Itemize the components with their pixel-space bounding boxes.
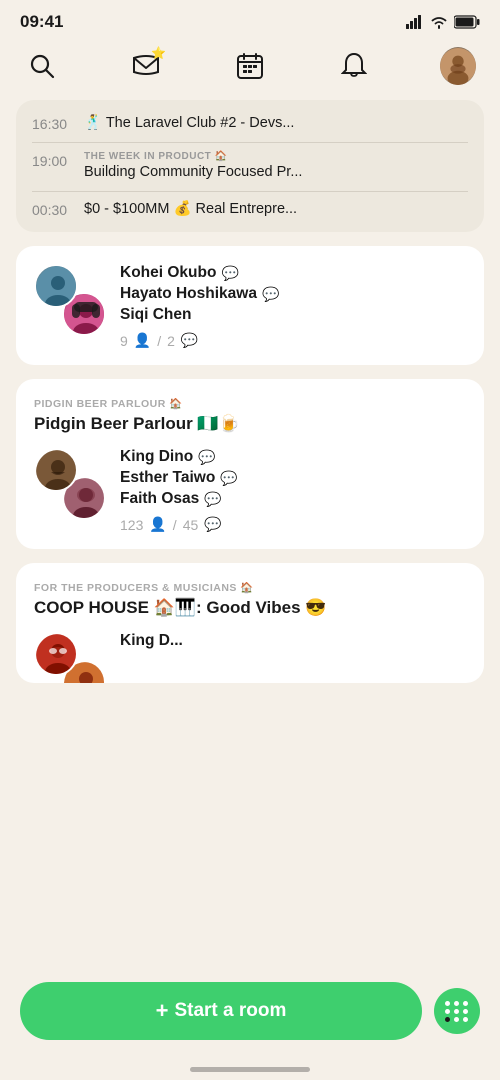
listener-count-1: 9: [120, 333, 128, 349]
bottom-bar: + Start a room: [0, 966, 500, 1080]
dot-5: [454, 1009, 459, 1014]
sched-content-1: 🕺 The Laravel Club #2 - Devs...: [84, 114, 468, 132]
speaker-name-2-2: Esther Taiwo 💬: [120, 469, 466, 487]
comment-icon-1: 💬: [181, 332, 198, 349]
scheduled-card: 16:30 🕺 The Laravel Club #2 - Devs... 19…: [16, 100, 484, 232]
speaker-name-3-1: King D...: [120, 632, 466, 650]
speaker-avatar-2-1: [34, 448, 78, 492]
avatars-3: [34, 632, 106, 683]
speaker-name-1-3: Siqi Chen: [120, 306, 466, 324]
comment-count-2: 45: [183, 517, 199, 533]
room-title-3: COOP HOUSE 🏠🎹: Good Vibes 😎: [34, 598, 466, 618]
avatars-2: [34, 448, 106, 520]
dot-1: [445, 1001, 450, 1006]
search-button[interactable]: [24, 48, 60, 84]
start-room-icon: +: [156, 998, 169, 1024]
dot-9: [463, 1017, 468, 1022]
dot-7: [445, 1017, 450, 1022]
room-body-2: King Dino 💬 Esther Taiwo 💬 Faith Osas 💬 …: [34, 448, 466, 533]
room-header-3: FOR THE PRODUCERS & MUSICIANS 🏠: [34, 581, 466, 594]
sched-divider-2: [32, 191, 468, 192]
sched-label-2: THE WEEK IN PRODUCT 🏠: [84, 151, 468, 162]
speaker-info-2: King Dino 💬 Esther Taiwo 💬 Faith Osas 💬 …: [120, 448, 466, 533]
signal-icon: [406, 15, 424, 29]
speaker-info-1: Kohei Okubo 💬 Hayato Hoshikawa 💬 Siqi Ch…: [120, 264, 466, 349]
status-icons: [406, 15, 480, 29]
room-header-2: PIDGIN BEER PARLOUR 🏠: [34, 397, 466, 410]
user-avatar-img: [440, 47, 476, 85]
dot-2: [454, 1001, 459, 1006]
speaker-info-3: King D...: [120, 632, 466, 653]
chat-icon-1-1: 💬: [221, 265, 238, 282]
sched-time-1: 16:30: [32, 114, 74, 132]
profile-avatar[interactable]: [440, 48, 476, 84]
room-title-2: Pidgin Beer Parlour 🇳🇬🍺: [34, 414, 466, 434]
room-card-2[interactable]: PIDGIN BEER PARLOUR 🏠 Pidgin Beer Parlou…: [16, 379, 484, 549]
speaker-avatar-3-1: [34, 632, 78, 676]
listener-icon-1: 👤: [134, 332, 151, 349]
avatars-1: [34, 264, 106, 336]
top-nav: ⭐: [0, 40, 500, 100]
inbox-star-badge: ⭐: [151, 46, 166, 60]
listener-icon-2: 👤: [149, 516, 166, 533]
sched-title-3: $0 - $100MM 💰 Real Entrepre...: [84, 201, 297, 217]
room-card-3[interactable]: FOR THE PRODUCERS & MUSICIANS 🏠 COOP HOU…: [16, 563, 484, 683]
room-card-1[interactable]: Kohei Okubo 💬 Hayato Hoshikawa 💬 Siqi Ch…: [16, 246, 484, 365]
sched-divider-1: [32, 142, 468, 143]
notifications-button[interactable]: [336, 48, 372, 84]
sched-title-2: Building Community Focused Pr...: [84, 164, 302, 180]
sched-time-3: 00:30: [32, 200, 74, 218]
dot-3: [463, 1001, 468, 1006]
scheduled-row-2[interactable]: 19:00 THE WEEK IN PRODUCT 🏠 Building Com…: [32, 151, 468, 181]
sched-content-3: $0 - $100MM 💰 Real Entrepre...: [84, 200, 468, 218]
speaker-avatar-1-1: [34, 264, 78, 308]
listener-count-2: 123: [120, 517, 143, 533]
status-bar: 09:41: [0, 0, 500, 40]
wifi-icon: [430, 15, 448, 29]
home-indicator: [190, 1067, 310, 1072]
room-stats-1: 9 👤 / 2 💬: [120, 332, 466, 349]
chat-icon-2-3: 💬: [204, 491, 221, 508]
speaker-name-1-1: Kohei Okubo 💬: [120, 264, 466, 282]
speaker-name-2-1: King Dino 💬: [120, 448, 466, 466]
battery-icon: [454, 15, 480, 29]
user-avatar: [440, 47, 476, 85]
speaker-name-2-3: Faith Osas 💬: [120, 490, 466, 508]
status-time: 09:41: [20, 12, 63, 32]
chat-icon-2-2: 💬: [220, 470, 237, 487]
sched-time-2: 19:00: [32, 151, 74, 169]
start-room-button[interactable]: + Start a room: [20, 982, 422, 1040]
comment-count-1: 2: [167, 333, 175, 349]
calendar-button[interactable]: [232, 48, 268, 84]
dot-8: [454, 1017, 459, 1022]
more-options-button[interactable]: [434, 988, 480, 1034]
sched-content-2: THE WEEK IN PRODUCT 🏠 Building Community…: [84, 151, 468, 181]
search-icon: [29, 53, 55, 79]
room-stats-2: 123 👤 / 45 💬: [120, 516, 466, 533]
sched-title-1: 🕺 The Laravel Club #2 - Devs...: [84, 115, 294, 131]
chat-icon-2-1: 💬: [198, 449, 215, 466]
room-body-3: King D...: [34, 632, 466, 683]
dot-4: [445, 1009, 450, 1014]
start-room-label: Start a room: [174, 1000, 286, 1022]
scheduled-row-3[interactable]: 00:30 $0 - $100MM 💰 Real Entrepre...: [32, 200, 468, 218]
speaker-name-1-2: Hayato Hoshikawa 💬: [120, 285, 466, 303]
chat-icon-1-2: 💬: [262, 286, 279, 303]
dot-6: [463, 1009, 468, 1014]
inbox-button[interactable]: ⭐: [128, 48, 164, 84]
calendar-icon: [236, 52, 264, 80]
bell-icon: [341, 52, 367, 80]
scheduled-row-1[interactable]: 16:30 🕺 The Laravel Club #2 - Devs...: [32, 114, 468, 132]
comment-icon-2: 💬: [204, 516, 221, 533]
room-body-1: Kohei Okubo 💬 Hayato Hoshikawa 💬 Siqi Ch…: [34, 264, 466, 349]
dots-grid: [445, 1001, 469, 1022]
